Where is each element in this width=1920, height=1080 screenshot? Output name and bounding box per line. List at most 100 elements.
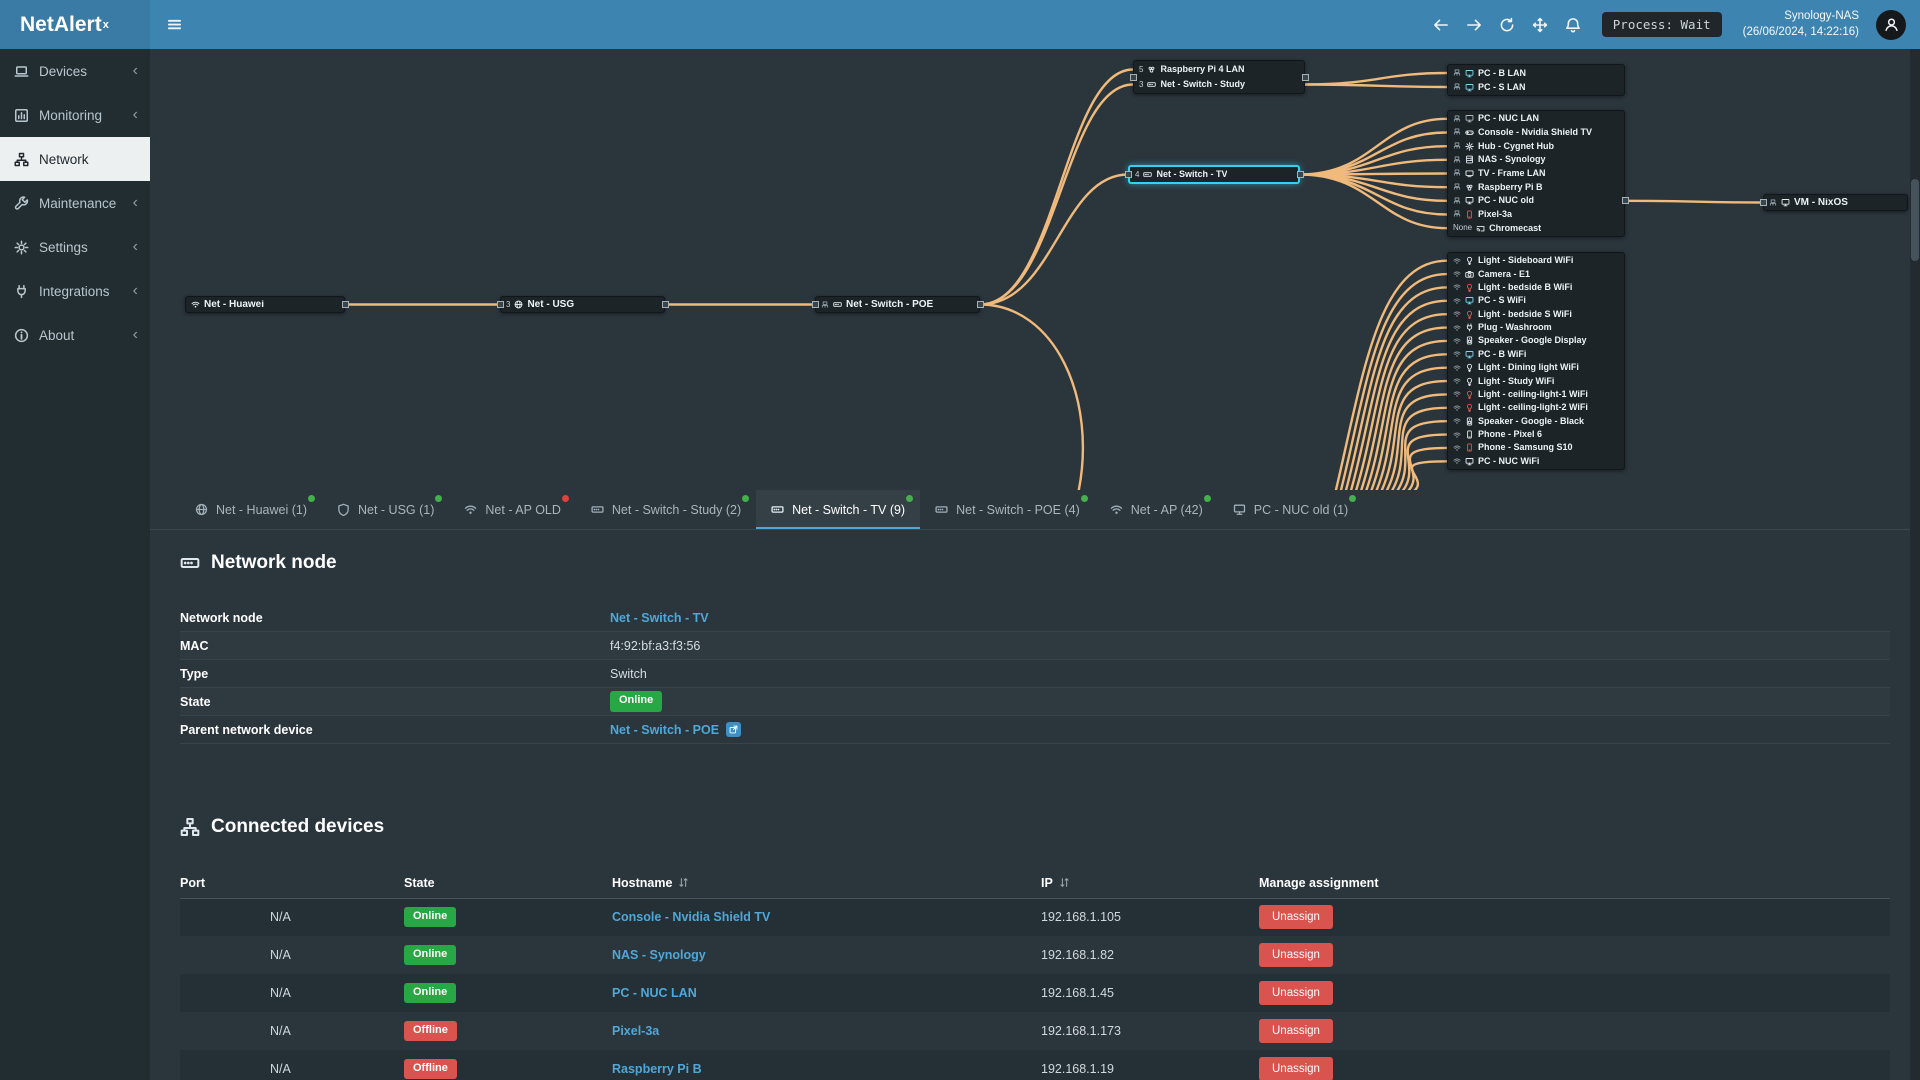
device-label: NAS - Synology [1478, 155, 1546, 165]
notifications-bell-icon[interactable] [1565, 17, 1581, 33]
nav-forward-icon[interactable] [1466, 17, 1482, 33]
detail-label: Type [180, 666, 209, 681]
sort-icon[interactable] [1059, 877, 1070, 888]
node-port-prefix: 4 [1135, 169, 1140, 179]
network-topology-diagram[interactable]: Net - Huawei 3 Net - USG Net - Switch - POE… [150, 49, 1920, 490]
connector-port[interactable] [1759, 199, 1767, 206]
tab-pc-nuc-old-1[interactable]: PC - NUC old (1) [1218, 490, 1363, 529]
device-row-console-nvidia-shield-tv: N/A Online Console - Nvidia Shield TV 192.1… [180, 898, 1890, 936]
device-label: Light - Sideboard WiFi [1478, 256, 1574, 266]
column-header-port: Port [180, 868, 404, 899]
device-label: PC - NUC LAN [1478, 114, 1539, 124]
connector-port[interactable] [1301, 73, 1309, 81]
topology-node-tv[interactable]: 4 Net - Switch - TV [1128, 165, 1300, 184]
tab-net-ap-old[interactable]: Net - AP OLD [449, 490, 576, 529]
sort-icon[interactable] [678, 877, 689, 888]
speaker-icon [1465, 336, 1474, 345]
sidebar-item-network[interactable]: Network [0, 137, 150, 181]
sidebar-item-monitoring[interactable]: Monitoring ‹ [0, 93, 150, 137]
connector-port[interactable] [976, 301, 984, 308]
device-link[interactable]: Raspberry Pi B [612, 1062, 702, 1076]
topology-node-huawei[interactable]: Net - Huawei [185, 296, 345, 313]
refresh-icon[interactable] [1499, 17, 1515, 33]
device-link[interactable]: NAS - Synology [612, 948, 706, 962]
connector-port[interactable] [661, 301, 669, 308]
device-row-pixel-3a: N/A Offline Pixel-3a 192.168.1.173 Unassign [180, 1012, 1890, 1050]
detail-value-link[interactable]: Net - Switch - POE [610, 723, 719, 737]
cast-icon [1476, 224, 1485, 233]
sidebar-item-label: About [39, 327, 75, 343]
tab-net-huawei-1[interactable]: Net - Huawei (1) [180, 490, 322, 529]
sidebar-item-devices[interactable]: Devices ‹ [0, 49, 150, 93]
device-link[interactable]: Pixel-3a [612, 1024, 659, 1038]
tab-net-switch-study-2[interactable]: Net - Switch - Study (2) [576, 490, 756, 529]
connector-port[interactable] [1124, 171, 1132, 178]
unassign-button[interactable]: Unassign [1259, 1057, 1333, 1080]
topology-node-vm[interactable]: VM - NixOS [1763, 194, 1908, 211]
menu-toggle-button[interactable] [150, 0, 198, 49]
topology-node-grpC[interactable]: Light - Sideboard WiFi Camera - E1 Light -… [1447, 252, 1625, 470]
app-logo[interactable]: NetAlert x [0, 0, 150, 49]
topology-node-grpB[interactable]: PC - NUC LAN Console - Nvidia Shield TV Hu… [1447, 110, 1625, 237]
device-label: Net - Switch - Study [1160, 80, 1245, 89]
column-header-ip[interactable]: IP [1041, 868, 1259, 899]
pan-move-icon[interactable] [1532, 17, 1548, 33]
external-link-icon[interactable] [726, 722, 742, 737]
device-label: Plug - Washroom [1478, 323, 1552, 333]
device-label: TV - Frame LAN [1478, 168, 1546, 178]
device-label: Camera - E1 [1478, 269, 1531, 279]
bulb-icon [1465, 363, 1474, 373]
cell-ip: 192.168.1.173 [1041, 1024, 1121, 1038]
user-avatar[interactable] [1876, 9, 1906, 40]
device-row-raspberry-pi-b: N/A Offline Raspberry Pi B 192.168.1.19 Unas… [180, 1050, 1890, 1080]
device-link[interactable]: Console - Nvidia Shield TV [612, 910, 770, 924]
speaker-icon [1465, 417, 1474, 426]
device-label: Console - Nvidia Shield TV [1478, 127, 1593, 137]
connector-port[interactable] [496, 301, 504, 308]
cell-manage: Unassign [1259, 898, 1890, 936]
topology-node-poe[interactable]: Net - Switch - POE [815, 296, 980, 313]
connector-port[interactable] [1296, 171, 1304, 178]
sidebar-item-about[interactable]: About ‹ [0, 313, 150, 357]
sitemap-icon [180, 817, 200, 837]
status-dot [561, 495, 569, 502]
connector-port[interactable] [811, 301, 819, 308]
scrollbar-thumb[interactable] [1911, 179, 1919, 261]
tab-net-switch-tv-9[interactable]: Net - Switch - TV (9) [756, 490, 921, 529]
unassign-button[interactable]: Unassign [1259, 981, 1333, 1005]
cell-ip: 192.168.1.19 [1041, 1062, 1114, 1076]
page-scrollbar[interactable] [1910, 49, 1920, 1080]
connected-devices-title: Connected devices [180, 816, 1890, 838]
device-link[interactable]: PC - NUC LAN [612, 986, 697, 1000]
nav-back-icon[interactable] [1433, 17, 1449, 33]
detail-value: Online [610, 691, 663, 712]
unassign-button[interactable]: Unassign [1259, 943, 1333, 967]
status-dot [906, 495, 914, 502]
cell-hostname: NAS - Synology [612, 936, 1041, 974]
sidebar-item-integrations[interactable]: Integrations ‹ [0, 269, 150, 313]
detail-value-link[interactable]: Net - Switch - TV [610, 611, 709, 625]
tab-net-switch-poe-4[interactable]: Net - Switch - POE (4) [920, 490, 1095, 529]
column-header-state: State [404, 868, 612, 899]
tab-net-ap-42[interactable]: Net - AP (42) [1095, 490, 1218, 529]
connector-port[interactable] [341, 301, 349, 308]
sidebar-item-maintenance[interactable]: Maintenance ‹ [0, 181, 150, 225]
tab-net-usg-1[interactable]: Net - USG (1) [322, 490, 449, 529]
tab-label: Net - AP (42) [1130, 502, 1203, 517]
connector-port[interactable] [1621, 197, 1629, 205]
topology-node-studybox[interactable]: 5 Raspberry Pi 4 LAN 3 Net - Switch - Study [1133, 60, 1305, 94]
topology-node-usg[interactable]: 3 Net - USG [500, 296, 665, 313]
sidebar-item-label: Monitoring [39, 107, 103, 123]
unassign-button[interactable]: Unassign [1259, 905, 1333, 930]
wifi-icon [1453, 431, 1461, 439]
connector-port[interactable] [1129, 73, 1137, 81]
sidebar-item-settings[interactable]: Settings ‹ [0, 225, 150, 269]
cell-ip: 192.168.1.82 [1041, 948, 1114, 962]
sidebar: Devices ‹ Monitoring ‹ Network Maintenance ‹ Se… [0, 49, 150, 1080]
unassign-button[interactable]: Unassign [1259, 1019, 1333, 1043]
topology-node-grpA[interactable]: PC - B LAN PC - S LAN [1447, 64, 1625, 96]
column-header-hostname[interactable]: Hostname [612, 868, 1041, 899]
tab-label: Net - Switch - TV (9) [792, 502, 906, 517]
ethernet-icon [821, 301, 829, 309]
cell-state: Online [404, 974, 612, 1012]
